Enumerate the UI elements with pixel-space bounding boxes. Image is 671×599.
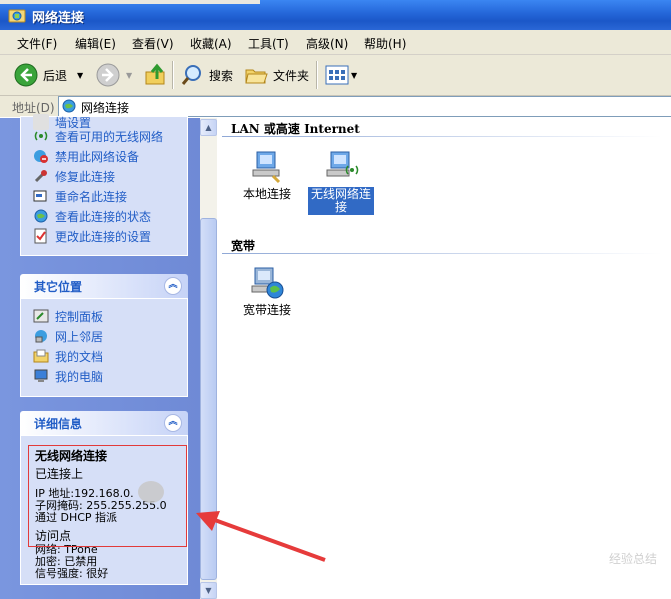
details-title: 详细信息	[34, 417, 83, 431]
scroll-up-icon[interactable]: ▲	[200, 119, 217, 136]
toolbar: 后退 ▼ ▼ 搜索 文件夹 ▼	[0, 55, 671, 96]
task-view-wireless[interactable]: 查看可用的无线网络	[33, 127, 163, 145]
details-header[interactable]: 详细信息 ︽	[20, 411, 188, 435]
group-header-broadband: 宽带	[231, 239, 256, 253]
wireless-connection-label: 无线网络连 接	[308, 187, 374, 215]
network-tasks-panel: 墙设置 查看可用的无线网络 禁用此网络设备 修复此连接 重命名此连接 查看此连接…	[20, 114, 188, 256]
computer-icon	[34, 369, 48, 382]
group-divider	[222, 253, 662, 254]
network-places-icon	[35, 330, 47, 343]
rename-icon	[33, 190, 47, 202]
details-signal: 信号强度: 很好	[35, 567, 109, 580]
task-repair[interactable]: 修复此连接	[33, 167, 115, 185]
broadband-connection-item[interactable]: 宽带连接	[237, 264, 297, 318]
menu-advanced[interactable]: 高级(N)	[306, 35, 348, 52]
folder-icon	[245, 69, 268, 84]
task-rename[interactable]: 重命名此连接	[33, 187, 127, 205]
back-label: 后退	[43, 68, 68, 83]
control-panel-icon	[33, 309, 49, 323]
wireless-connection-item[interactable]: 无线网络连 接	[308, 148, 374, 215]
wireless-connection-icon	[326, 151, 359, 177]
collapse-chevron-icon[interactable]: ︽	[164, 414, 182, 432]
toolbar-separator	[316, 61, 317, 89]
back-dropdown-icon[interactable]: ▼	[77, 71, 83, 80]
group-header-lan: LAN 或高速 Internet	[231, 122, 360, 136]
network-folder-icon	[8, 9, 26, 23]
back-button[interactable]: 后退 ▼	[14, 61, 83, 89]
address-bar: 地址(D) 网络连接	[0, 96, 671, 117]
address-input[interactable]: 网络连接	[58, 96, 671, 117]
search-icon	[181, 65, 201, 85]
back-arrow-icon	[14, 63, 38, 87]
toolbar-separator	[172, 61, 173, 89]
views-button[interactable]: ▼	[325, 61, 357, 89]
settings-check-icon	[34, 228, 47, 244]
task-change-settings[interactable]: 更改此连接的设置	[33, 227, 151, 245]
place-my-documents[interactable]: 我的文档	[33, 347, 103, 365]
menu-tools[interactable]: 工具(T)	[248, 35, 289, 52]
menu-help[interactable]: 帮助(H)	[364, 35, 406, 52]
folders-label: 文件夹	[273, 68, 310, 83]
forward-arrow-icon	[96, 63, 120, 87]
menu-file[interactable]: 文件(F)	[17, 35, 57, 52]
local-connection-label: 本地连接	[242, 187, 291, 201]
group-divider	[222, 136, 662, 137]
wrench-icon	[34, 170, 47, 183]
place-network-neighborhood[interactable]: 网上邻居	[33, 327, 103, 345]
views-grid-icon	[325, 65, 349, 85]
local-connection-item[interactable]: 本地连接	[237, 148, 297, 202]
window-title: 网络连接	[32, 11, 85, 26]
task-disable-device[interactable]: 禁用此网络设备	[33, 147, 139, 165]
scroll-down-icon[interactable]: ▼	[200, 582, 217, 599]
up-folder-button[interactable]	[144, 61, 168, 89]
place-control-panel[interactable]: 控制面板	[33, 307, 103, 325]
folders-button[interactable]: 文件夹	[244, 61, 309, 89]
views-dropdown-icon[interactable]: ▼	[351, 71, 357, 80]
network-globe-icon	[62, 99, 76, 113]
broadband-connection-icon	[251, 267, 284, 299]
search-button[interactable]: 搜索	[180, 61, 233, 89]
menu-view[interactable]: 查看(V)	[132, 35, 174, 52]
broadband-connection-label: 宽带连接	[242, 303, 291, 317]
lan-connection-icon	[252, 151, 281, 184]
disable-network-icon	[34, 150, 48, 163]
blur-mask	[138, 481, 164, 503]
other-places-panel: 控制面板 网上邻居 我的文档 我的电脑	[20, 298, 188, 397]
search-label: 搜索	[209, 68, 234, 83]
other-places-title: 其它位置	[34, 280, 83, 294]
menu-favorites[interactable]: 收藏(A)	[190, 35, 232, 52]
place-my-computer[interactable]: 我的电脑	[33, 367, 103, 385]
menu-edit[interactable]: 编辑(E)	[75, 35, 116, 52]
up-folder-icon	[145, 63, 165, 85]
task-view-status[interactable]: 查看此连接的状态	[33, 207, 151, 225]
title-bar[interactable]: 网络连接	[0, 0, 671, 30]
documents-folder-icon	[33, 349, 49, 363]
wireless-signal-icon	[34, 131, 48, 141]
other-places-header[interactable]: 其它位置 ︽	[20, 274, 188, 298]
forward-dropdown-icon[interactable]: ▼	[126, 71, 132, 80]
watermark: 经验总结	[608, 552, 657, 566]
menu-bar: 文件(F) 编辑(E) 查看(V) 收藏(A) 工具(T) 高级(N) 帮助(H…	[0, 30, 671, 55]
connection-status-icon	[34, 209, 48, 223]
title-strip	[0, 0, 260, 4]
forward-button[interactable]: ▼	[96, 61, 132, 89]
collapse-chevron-icon[interactable]: ︽	[164, 277, 182, 295]
red-arrow-annotation	[196, 511, 326, 562]
red-highlight-box	[28, 445, 187, 547]
